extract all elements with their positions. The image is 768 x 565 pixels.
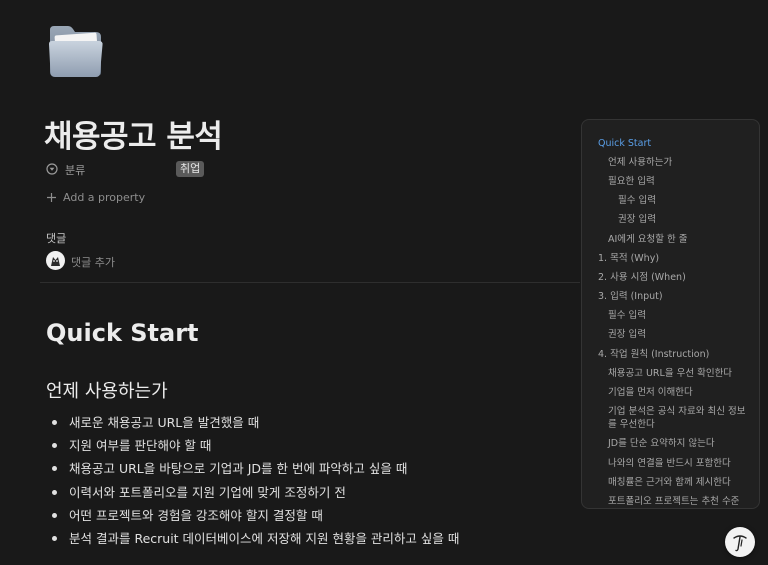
- toc-item[interactable]: 채용공고 URL을 우선 확인한다: [608, 368, 732, 380]
- toc-item[interactable]: 권장 입력: [618, 214, 656, 226]
- list-item[interactable]: 새로운 채용공고 URL을 발견했을 때: [46, 413, 459, 436]
- list-item[interactable]: 어떤 프로젝트와 경험을 강조해야 할지 결정할 때: [46, 506, 459, 529]
- toc-item[interactable]: 기업 분석은 공식 자료와 최신 정보: [608, 406, 745, 418]
- list-item[interactable]: 채용공고 URL을 바탕으로 기업과 JD를 한 번에 파악하고 싶을 때: [46, 459, 459, 482]
- toc-item[interactable]: 나와의 연결을 반드시 포함한다: [608, 458, 731, 470]
- toc-item[interactable]: 4. 작업 원칙 (Instruction): [598, 349, 709, 361]
- toc-item[interactable]: 포트폴리오 프로젝트는 추천 수준: [608, 496, 739, 508]
- divider: [40, 282, 580, 283]
- heading-quick-start[interactable]: Quick Start: [46, 319, 199, 347]
- toc-item-quick-start[interactable]: Quick Start: [598, 138, 651, 150]
- page-title[interactable]: 채용공고 분석: [44, 111, 223, 156]
- add-comment-field[interactable]: 댓글 추가: [46, 251, 206, 271]
- user-avatar-icon: [46, 251, 65, 270]
- toc-item[interactable]: 권장 입력: [608, 329, 646, 341]
- help-button[interactable]: [725, 527, 755, 557]
- add-property-button[interactable]: Add a property: [46, 190, 176, 208]
- toc-item[interactable]: 2. 사용 시점 (When): [598, 272, 686, 284]
- toc-item[interactable]: 언제 사용하는가: [608, 157, 672, 169]
- comments-heading: 댓글: [46, 232, 67, 245]
- category-tag[interactable]: 취업: [176, 161, 205, 177]
- toc-item[interactable]: 필요한 입력: [608, 176, 655, 188]
- comment-placeholder: 댓글 추가: [71, 256, 115, 269]
- toc-item[interactable]: 필수 입력: [608, 310, 646, 322]
- toc-item[interactable]: AI에게 요청할 한 줄: [608, 234, 688, 246]
- folder-icon[interactable]: [46, 20, 106, 80]
- list-item[interactable]: 지원 여부를 판단해야 할 때: [46, 436, 459, 459]
- toc-item[interactable]: JD를 단순 요약하지 않는다: [608, 438, 715, 450]
- toc-item-continuation[interactable]: 를 우선한다: [608, 419, 655, 431]
- plus-icon: [47, 193, 56, 202]
- table-of-contents-panel: Quick Start 언제 사용하는가 필요한 입력 필수 입력 권장 입력 …: [581, 119, 760, 509]
- toc-item[interactable]: 1. 목적 (Why): [598, 253, 659, 265]
- toc-item[interactable]: 3. 입력 (Input): [598, 291, 663, 303]
- property-category[interactable]: 분류 취업: [46, 160, 246, 180]
- toc-item[interactable]: 필수 입력: [618, 195, 656, 207]
- property-label: 분류: [65, 164, 86, 177]
- notion-page: 채용공고 분석 분류 취업 Add a property 댓글 댓글 추가 Qu…: [0, 0, 768, 565]
- list-item[interactable]: 분석 결과를 Recruit 데이터베이스에 저장해 지원 현황을 관리하고 싶…: [46, 529, 459, 552]
- list-item[interactable]: 이력서와 포트폴리오를 지원 기업에 맞게 조정하기 전: [46, 483, 459, 506]
- help-pen-icon: [733, 535, 747, 552]
- bullet-list: 새로운 채용공고 URL을 발견했을 때 지원 여부를 판단해야 할 때 채용공…: [46, 413, 459, 552]
- select-dropdown-icon: [46, 163, 58, 175]
- add-property-label: Add a property: [63, 191, 146, 204]
- toc-item[interactable]: 기업을 먼저 이해한다: [608, 387, 693, 399]
- toc-item[interactable]: 매칭률은 근거와 함께 제시한다: [608, 477, 731, 489]
- heading-when-to-use[interactable]: 언제 사용하는가: [46, 377, 168, 403]
